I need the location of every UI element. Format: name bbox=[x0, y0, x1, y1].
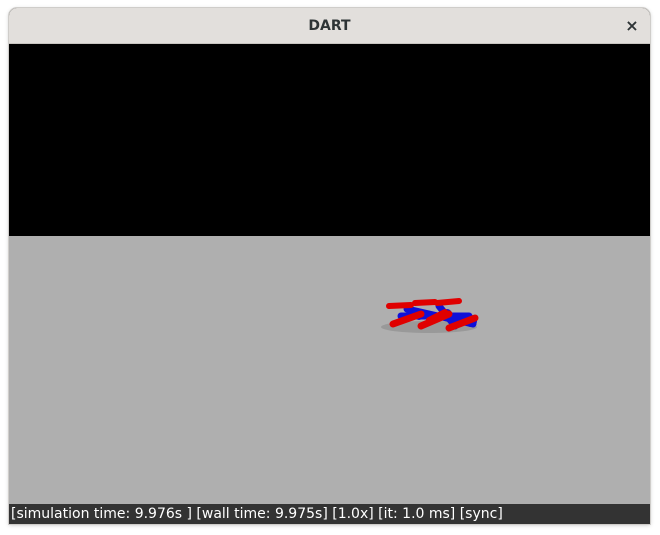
window-title: DART bbox=[308, 18, 351, 34]
sky-background bbox=[9, 44, 650, 236]
ground-plane bbox=[9, 236, 650, 504]
title-bar[interactable]: DART × bbox=[9, 8, 650, 44]
robot-leg-link bbox=[434, 298, 462, 306]
status-bar: [simulation time: 9.976s ] [wall time: 9… bbox=[9, 504, 650, 524]
3d-viewport[interactable] bbox=[9, 44, 650, 504]
robot-leg-link bbox=[386, 302, 414, 309]
robot-leg-link bbox=[412, 299, 438, 306]
scene-canvas bbox=[9, 44, 650, 504]
close-button[interactable]: × bbox=[622, 16, 642, 36]
simulation-status-text: [simulation time: 9.976s ] [wall time: 9… bbox=[11, 506, 503, 522]
app-window: DART × [simulation time: 9.976s] [wall … bbox=[9, 8, 650, 524]
